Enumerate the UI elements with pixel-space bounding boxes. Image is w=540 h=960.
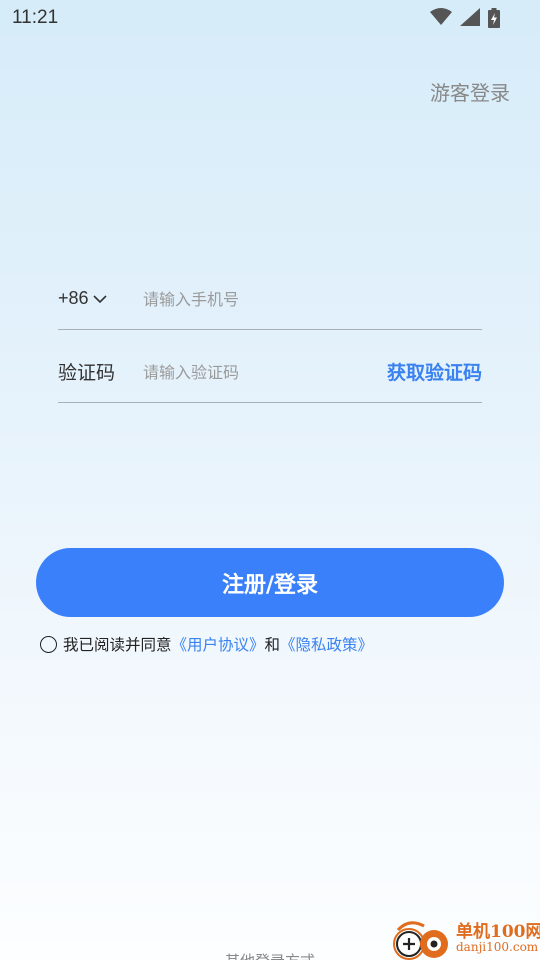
watermark-title: 单机100网 [456, 922, 540, 942]
verification-row: 验证码 获取验证码 [58, 343, 482, 403]
register-login-button[interactable]: 注册/登录 [36, 548, 504, 617]
country-code-selector[interactable]: +86 [58, 288, 107, 309]
agreement-prefix: 我已阅读并同意 [63, 636, 172, 654]
chevron-down-icon [92, 294, 107, 303]
watermark: 单机100网 danji100.com [388, 914, 540, 960]
privacy-policy-link[interactable]: 《隐私政策》 [280, 633, 373, 655]
battery-charging-icon [488, 8, 500, 28]
watermark-logo-icon [393, 921, 448, 960]
status-bar: 11:21 [0, 0, 540, 36]
get-code-button[interactable]: 获取验证码 [387, 358, 482, 385]
country-code-value: +86 [58, 288, 89, 308]
agreement-checkbox[interactable] [40, 635, 57, 653]
agreement-conjunction: 和 [264, 636, 281, 654]
wifi-icon [430, 8, 452, 25]
phone-input[interactable] [143, 284, 473, 314]
status-time: 11:21 [12, 7, 59, 28]
verification-code-input[interactable] [143, 357, 363, 387]
watermark-url: danji100.com [456, 940, 539, 954]
agreement-row: 我已阅读并同意 《用户协议》 和 《隐私政策》 [40, 633, 373, 655]
user-agreement-link[interactable]: 《用户协议》 [172, 633, 265, 655]
signal-icon [460, 8, 480, 26]
guest-login-button[interactable]: 游客登录 [430, 77, 510, 106]
verification-label: 验证码 [58, 362, 116, 384]
phone-row: +86 [58, 270, 482, 330]
